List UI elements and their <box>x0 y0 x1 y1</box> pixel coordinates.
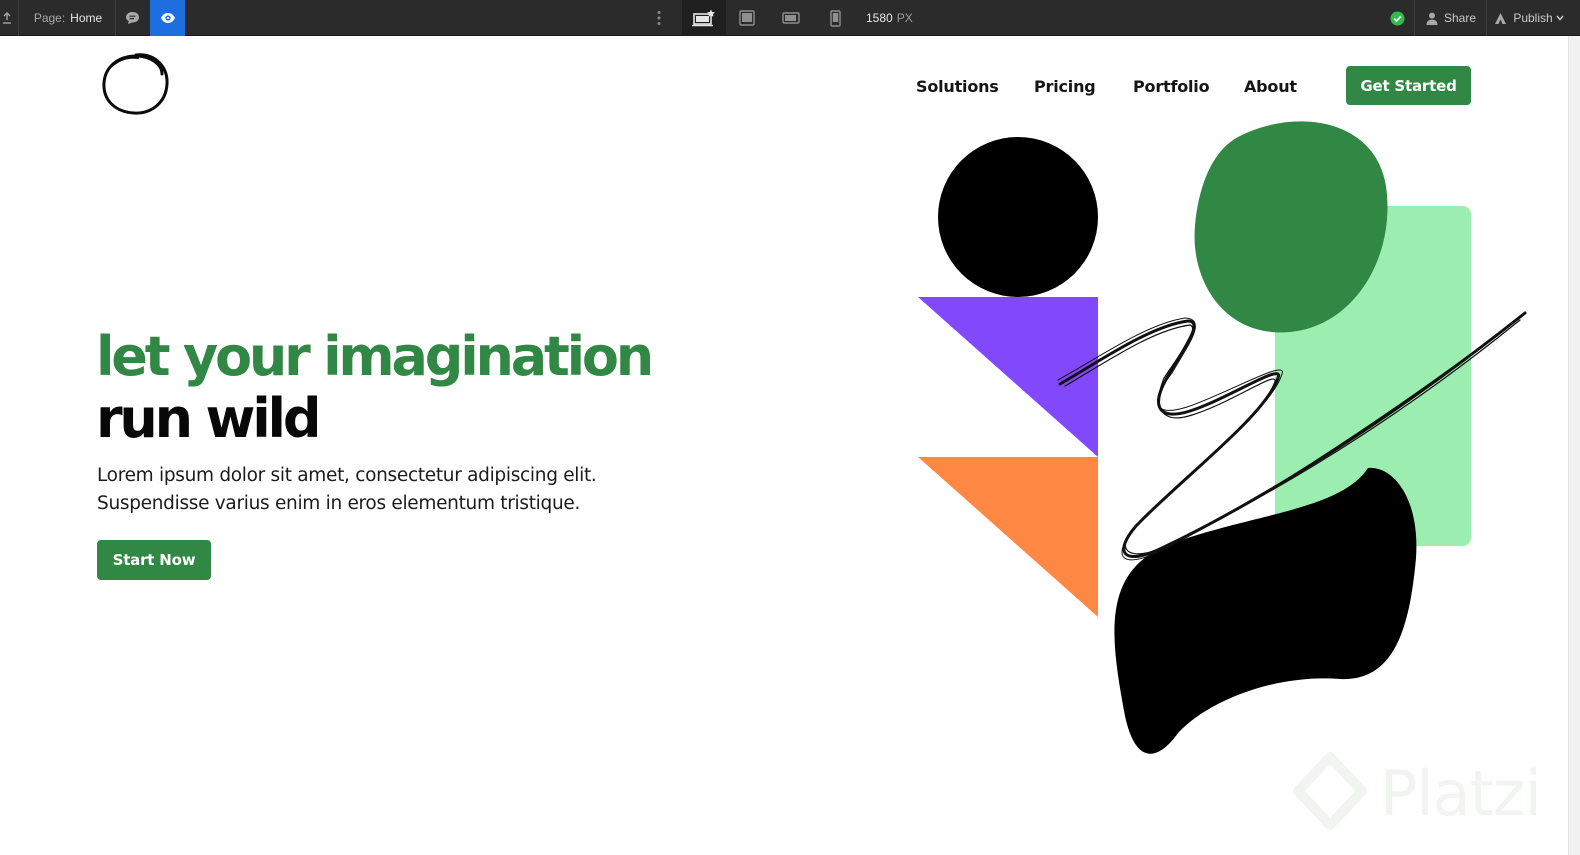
share-button[interactable]: Share <box>1418 0 1484 36</box>
hero-subtitle-line-2: Suspendisse varius enim in eros elementu… <box>97 493 581 514</box>
hero-illustration <box>918 121 1527 754</box>
publish-icon <box>1494 12 1507 25</box>
more-options-button[interactable] <box>650 0 668 36</box>
platzi-watermark: Platzi <box>1290 751 1560 841</box>
tablet-icon <box>739 10 755 26</box>
device-mobile-portrait-button[interactable] <box>820 0 850 36</box>
mobile-portrait-icon <box>829 9 841 27</box>
main-navigation: Solutions Pricing Portfolio About Get St… <box>0 66 1568 106</box>
toolbar-divider <box>1414 0 1415 36</box>
hero-title: let your imagination run wild <box>96 325 654 450</box>
designer-toolbar: Page: Home 1580 PX Share Publish <box>0 0 1580 36</box>
mobile-landscape-icon <box>782 12 800 24</box>
canvas-width-unit: PX <box>896 11 913 25</box>
comments-icon <box>125 11 140 25</box>
page-canvas: Solutions Pricing Portfolio About Get St… <box>0 36 1568 855</box>
status-check-icon <box>1390 11 1405 26</box>
black-circle <box>938 137 1098 297</box>
device-tablet-button[interactable] <box>732 0 762 36</box>
canvas-width-value: 1580 <box>866 11 893 25</box>
page-label: Page: <box>33 11 66 25</box>
publish-label: Publish <box>1513 11 1553 25</box>
preview-eye-icon <box>160 12 176 24</box>
canvas-width-readout[interactable]: 1580 PX <box>866 0 918 36</box>
share-label: Share <box>1443 11 1477 25</box>
nav-link-pricing[interactable]: Pricing <box>1034 66 1096 106</box>
nav-link-about[interactable]: About <box>1244 66 1297 106</box>
hero-title-line-1: let your imagination <box>96 325 654 388</box>
user-icon <box>1426 12 1438 25</box>
device-mobile-landscape-button[interactable] <box>776 0 806 36</box>
platzi-logo-icon <box>1293 752 1367 830</box>
canvas-scrollbar[interactable] <box>1568 36 1580 855</box>
toolbar-divider <box>1486 0 1487 36</box>
page-selector[interactable]: Page: Home <box>22 0 114 36</box>
nav-link-portfolio[interactable]: Portfolio <box>1133 66 1210 106</box>
hero-title-line-2: run wild <box>96 387 321 450</box>
export-button[interactable] <box>0 0 14 36</box>
comments-button[interactable] <box>116 0 148 36</box>
more-vertical-icon <box>657 10 661 26</box>
toolbar-divider <box>18 0 19 36</box>
page-name: Home <box>70 11 103 25</box>
watermark-text: Platzi <box>1380 757 1542 830</box>
chevron-down-icon <box>1556 15 1564 21</box>
publish-status-indicator[interactable] <box>1386 0 1408 36</box>
hero-subtitle-line-1: Lorem ipsum dolor sit amet, consectetur … <box>97 465 597 486</box>
hero-subtitle: Lorem ipsum dolor sit amet, consectetur … <box>97 462 717 518</box>
desktop-main-icon <box>692 9 716 27</box>
nav-link-solutions[interactable]: Solutions <box>916 66 999 106</box>
black-blob <box>1114 467 1417 754</box>
device-desktop-button[interactable] <box>682 0 726 36</box>
start-now-button[interactable]: Start Now <box>97 540 211 580</box>
get-started-button[interactable]: Get Started <box>1346 66 1471 105</box>
export-icon <box>2 12 12 24</box>
publish-button[interactable]: Publish <box>1490 0 1568 36</box>
preview-button[interactable] <box>150 0 185 36</box>
orange-triangle <box>918 457 1098 617</box>
